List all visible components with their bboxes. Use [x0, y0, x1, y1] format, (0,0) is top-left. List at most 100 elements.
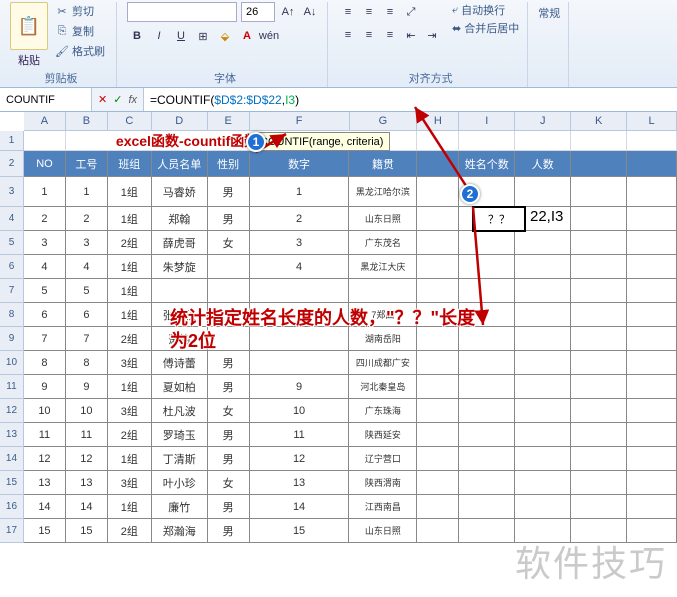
cell[interactable]: 7 — [66, 327, 108, 351]
cell[interactable] — [571, 207, 627, 231]
align-middle-icon[interactable]: ≡ — [359, 2, 379, 22]
cell[interactable]: 湖南岳阳 — [349, 327, 417, 351]
cell[interactable]: 3组 — [108, 471, 152, 495]
row-header[interactable]: 16 — [0, 495, 24, 519]
cell[interactable] — [459, 351, 515, 375]
cell[interactable]: 山东日照 — [349, 519, 417, 543]
cell[interactable] — [250, 303, 350, 327]
cell[interactable] — [417, 279, 459, 303]
cell[interactable]: 女 — [208, 399, 250, 423]
col-header-J[interactable]: J — [515, 112, 571, 130]
cell[interactable] — [571, 447, 627, 471]
align-top-icon[interactable]: ≡ — [338, 2, 358, 22]
row-header[interactable]: 15 — [0, 471, 24, 495]
cell[interactable]: 张谷秋 — [152, 303, 208, 327]
cell[interactable]: 3 — [24, 231, 66, 255]
cell[interactable] — [571, 399, 627, 423]
cell[interactable]: 男 — [208, 177, 250, 207]
cell[interactable]: 3 — [66, 231, 108, 255]
cell[interactable] — [208, 327, 250, 351]
cell[interactable] — [459, 471, 515, 495]
cell[interactable] — [515, 447, 571, 471]
cell[interactable] — [571, 279, 627, 303]
cell[interactable]: 男 — [208, 447, 250, 471]
cell[interactable] — [627, 495, 677, 519]
increase-indent-icon[interactable]: ⇥ — [422, 25, 442, 45]
cell[interactable] — [417, 519, 459, 543]
row-header[interactable]: 7 — [0, 279, 24, 303]
cell[interactable]: 2 — [66, 207, 108, 231]
row-header[interactable]: 8 — [0, 303, 24, 327]
align-center-icon[interactable]: ≡ — [359, 25, 379, 45]
col-header-E[interactable]: E — [208, 112, 250, 130]
cell[interactable]: 12 — [24, 447, 66, 471]
cell[interactable] — [250, 279, 350, 303]
cell[interactable]: 1组 — [108, 303, 152, 327]
cell[interactable] — [417, 399, 459, 423]
row-header[interactable]: 10 — [0, 351, 24, 375]
decrease-font-icon[interactable]: A↓ — [301, 3, 319, 21]
cell[interactable] — [459, 375, 515, 399]
cell[interactable]: 3组 — [108, 399, 152, 423]
cell[interactable] — [459, 519, 515, 543]
cell[interactable]: 郑瀚海 — [152, 519, 208, 543]
cell[interactable]: 1组 — [108, 447, 152, 471]
cell[interactable] — [627, 207, 677, 231]
cell[interactable]: 工号 — [66, 151, 108, 177]
cell[interactable] — [515, 471, 571, 495]
col-header-K[interactable]: K — [571, 112, 627, 130]
cell[interactable] — [515, 303, 571, 327]
cell[interactable] — [627, 177, 677, 207]
cell[interactable]: 15 — [24, 519, 66, 543]
cell[interactable]: 8 — [66, 351, 108, 375]
cell[interactable] — [571, 327, 627, 351]
cell[interactable]: 11 — [24, 423, 66, 447]
cell[interactable]: 7郑曲 — [349, 303, 417, 327]
cell[interactable] — [515, 231, 571, 255]
cell[interactable]: 1组 — [108, 207, 152, 231]
cell[interactable] — [459, 447, 515, 471]
cell[interactable]: 9 — [66, 375, 108, 399]
cell[interactable] — [152, 279, 208, 303]
italic-button[interactable]: I — [149, 26, 169, 46]
fill-color-button[interactable]: ⬙ — [215, 26, 235, 46]
cell[interactable] — [515, 131, 571, 151]
cell[interactable]: 1 — [24, 177, 66, 207]
cell[interactable] — [627, 255, 677, 279]
name-box[interactable]: COUNTIF — [0, 88, 92, 111]
row-header[interactable]: 1 — [0, 131, 24, 151]
fx-icon[interactable]: fx — [128, 94, 137, 106]
cut-button[interactable]: ✂剪切 — [52, 2, 108, 20]
cell[interactable]: 13 — [24, 471, 66, 495]
cell[interactable] — [459, 423, 515, 447]
cell[interactable] — [459, 399, 515, 423]
grid[interactable]: 1excel函数-countif函数用法2NO工号班组人员名单性别数字籍贯姓名个… — [0, 131, 677, 543]
cell[interactable]: 马睿娇 — [152, 177, 208, 207]
cell[interactable]: 8 — [24, 351, 66, 375]
cell[interactable]: 夏如柏 — [152, 375, 208, 399]
cell[interactable]: 11 — [66, 423, 108, 447]
cell[interactable] — [515, 375, 571, 399]
cell[interactable] — [627, 151, 677, 177]
cell[interactable] — [208, 303, 250, 327]
font-color-button[interactable]: A — [237, 26, 257, 46]
cell[interactable] — [571, 231, 627, 255]
cell[interactable]: 班组 — [108, 151, 152, 177]
cell[interactable]: 10 — [66, 399, 108, 423]
cell[interactable] — [571, 375, 627, 399]
cell[interactable]: 黑龙江大庆 — [349, 255, 417, 279]
row-header[interactable]: 13 — [0, 423, 24, 447]
cell[interactable]: 丁清斯 — [152, 447, 208, 471]
cell[interactable] — [571, 303, 627, 327]
cell[interactable]: 男 — [208, 423, 250, 447]
cell[interactable] — [571, 151, 627, 177]
cell[interactable]: 5 — [66, 279, 108, 303]
cell[interactable] — [417, 375, 459, 399]
cell[interactable] — [417, 471, 459, 495]
col-header-C[interactable]: C — [108, 112, 152, 130]
increase-font-icon[interactable]: A↑ — [279, 3, 297, 21]
orientation-icon[interactable]: ⤢ — [401, 2, 421, 22]
cell[interactable] — [571, 351, 627, 375]
cell[interactable]: 山东日照 — [349, 207, 417, 231]
cell[interactable]: 江西南昌 — [349, 495, 417, 519]
